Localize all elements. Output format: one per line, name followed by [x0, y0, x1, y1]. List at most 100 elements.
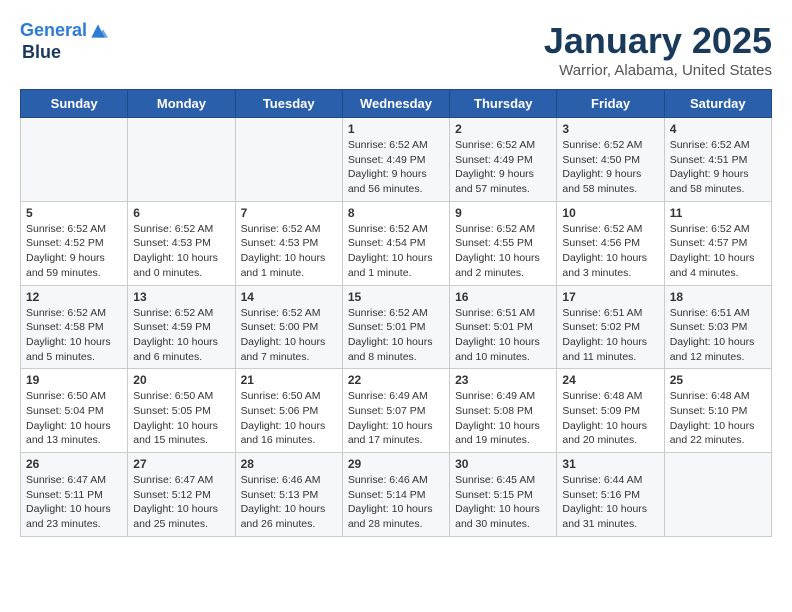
day-number: 5: [26, 206, 122, 220]
day-number: 25: [670, 373, 766, 387]
day-number: 30: [455, 457, 551, 471]
calendar-cell: 13 Sunrise: 6:52 AM Sunset: 4:59 PM Dayli…: [128, 285, 235, 369]
calendar-cell: 18 Sunrise: 6:51 AM Sunset: 5:03 PM Dayli…: [664, 285, 771, 369]
calendar-cell: 19 Sunrise: 6:50 AM Sunset: 5:04 PM Dayli…: [21, 369, 128, 453]
day-number: 22: [348, 373, 444, 387]
calendar-cell: 27 Sunrise: 6:47 AM Sunset: 5:12 PM Dayli…: [128, 453, 235, 537]
calendar-cell: 23 Sunrise: 6:49 AM Sunset: 5:08 PM Dayli…: [450, 369, 557, 453]
day-number: 8: [348, 206, 444, 220]
day-number: 11: [670, 206, 766, 220]
day-info: Sunrise: 6:48 AM Sunset: 5:09 PM Dayligh…: [562, 389, 658, 448]
day-number: 29: [348, 457, 444, 471]
calendar-cell: 22 Sunrise: 6:49 AM Sunset: 5:07 PM Dayli…: [342, 369, 449, 453]
day-number: 31: [562, 457, 658, 471]
day-info: Sunrise: 6:45 AM Sunset: 5:15 PM Dayligh…: [455, 473, 551, 532]
logo-line2: Blue: [22, 42, 109, 63]
weekday-header-thursday: Thursday: [450, 90, 557, 118]
calendar-cell: 1 Sunrise: 6:52 AM Sunset: 4:49 PM Daylig…: [342, 118, 449, 202]
day-number: 16: [455, 290, 551, 304]
calendar-cell: 5 Sunrise: 6:52 AM Sunset: 4:52 PM Daylig…: [21, 201, 128, 285]
weekday-header-friday: Friday: [557, 90, 664, 118]
calendar-cell: 21 Sunrise: 6:50 AM Sunset: 5:06 PM Dayli…: [235, 369, 342, 453]
day-number: 10: [562, 206, 658, 220]
day-info: Sunrise: 6:52 AM Sunset: 4:49 PM Dayligh…: [455, 138, 551, 197]
day-info: Sunrise: 6:50 AM Sunset: 5:05 PM Dayligh…: [133, 389, 229, 448]
logo-text: General: [20, 20, 109, 42]
day-number: 20: [133, 373, 229, 387]
day-info: Sunrise: 6:51 AM Sunset: 5:01 PM Dayligh…: [455, 306, 551, 365]
calendar-cell: 14 Sunrise: 6:52 AM Sunset: 5:00 PM Dayli…: [235, 285, 342, 369]
calendar-week-5: 26 Sunrise: 6:47 AM Sunset: 5:11 PM Dayli…: [21, 453, 772, 537]
day-info: Sunrise: 6:52 AM Sunset: 4:55 PM Dayligh…: [455, 222, 551, 281]
weekday-header-saturday: Saturday: [664, 90, 771, 118]
day-number: 23: [455, 373, 551, 387]
calendar-cell: 16 Sunrise: 6:51 AM Sunset: 5:01 PM Dayli…: [450, 285, 557, 369]
calendar-cell: 10Sunrise: 6:52 AM Sunset: 4:56 PM Dayli…: [557, 201, 664, 285]
calendar-cell: 15Sunrise: 6:52 AM Sunset: 5:01 PM Dayli…: [342, 285, 449, 369]
calendar-cell: 17 Sunrise: 6:51 AM Sunset: 5:02 PM Dayli…: [557, 285, 664, 369]
day-info: Sunrise: 6:49 AM Sunset: 5:07 PM Dayligh…: [348, 389, 444, 448]
calendar-cell: [21, 118, 128, 202]
weekday-header-wednesday: Wednesday: [342, 90, 449, 118]
calendar-table: SundayMondayTuesdayWednesdayThursdayFrid…: [20, 89, 772, 537]
day-number: 26: [26, 457, 122, 471]
day-number: 4: [670, 122, 766, 136]
day-info: Sunrise: 6:52 AM Sunset: 4:52 PM Dayligh…: [26, 222, 122, 281]
calendar-cell: 2 Sunrise: 6:52 AM Sunset: 4:49 PM Daylig…: [450, 118, 557, 202]
calendar-cell: 11 Sunrise: 6:52 AM Sunset: 4:57 PM Dayli…: [664, 201, 771, 285]
day-number: 13: [133, 290, 229, 304]
day-number: 19: [26, 373, 122, 387]
title-block: January 2025 Warrior, Alabama, United St…: [544, 20, 772, 79]
calendar-cell: 29 Sunrise: 6:46 AM Sunset: 5:14 PM Dayli…: [342, 453, 449, 537]
day-number: 27: [133, 457, 229, 471]
day-info: Sunrise: 6:50 AM Sunset: 5:04 PM Dayligh…: [26, 389, 122, 448]
day-info: Sunrise: 6:51 AM Sunset: 5:03 PM Dayligh…: [670, 306, 766, 365]
day-number: 21: [241, 373, 337, 387]
calendar-cell: 3Sunrise: 6:52 AM Sunset: 4:50 PM Daylig…: [557, 118, 664, 202]
day-info: Sunrise: 6:52 AM Sunset: 4:50 PM Dayligh…: [562, 138, 658, 197]
day-number: 28: [241, 457, 337, 471]
calendar-cell: 8 Sunrise: 6:52 AM Sunset: 4:54 PM Daylig…: [342, 201, 449, 285]
calendar-cell: [235, 118, 342, 202]
day-info: Sunrise: 6:52 AM Sunset: 4:49 PM Dayligh…: [348, 138, 444, 197]
day-info: Sunrise: 6:52 AM Sunset: 5:00 PM Dayligh…: [241, 306, 337, 365]
day-info: Sunrise: 6:52 AM Sunset: 4:58 PM Dayligh…: [26, 306, 122, 365]
calendar-cell: 26 Sunrise: 6:47 AM Sunset: 5:11 PM Dayli…: [21, 453, 128, 537]
logo: General Blue: [20, 20, 109, 63]
day-number: 2: [455, 122, 551, 136]
day-number: 17: [562, 290, 658, 304]
day-info: Sunrise: 6:49 AM Sunset: 5:08 PM Dayligh…: [455, 389, 551, 448]
day-info: Sunrise: 6:52 AM Sunset: 4:54 PM Dayligh…: [348, 222, 444, 281]
weekday-header-monday: Monday: [128, 90, 235, 118]
day-number: 1: [348, 122, 444, 136]
day-info: Sunrise: 6:51 AM Sunset: 5:02 PM Dayligh…: [562, 306, 658, 365]
month-title: January 2025: [544, 20, 772, 62]
day-number: 18: [670, 290, 766, 304]
calendar-week-1: 1 Sunrise: 6:52 AM Sunset: 4:49 PM Daylig…: [21, 118, 772, 202]
day-info: Sunrise: 6:47 AM Sunset: 5:11 PM Dayligh…: [26, 473, 122, 532]
page-header: General Blue January 2025 Warrior, Alaba…: [20, 20, 772, 79]
day-info: Sunrise: 6:46 AM Sunset: 5:14 PM Dayligh…: [348, 473, 444, 532]
day-info: Sunrise: 6:52 AM Sunset: 4:57 PM Dayligh…: [670, 222, 766, 281]
day-number: 9: [455, 206, 551, 220]
calendar-cell: 9 Sunrise: 6:52 AM Sunset: 4:55 PM Daylig…: [450, 201, 557, 285]
day-info: Sunrise: 6:50 AM Sunset: 5:06 PM Dayligh…: [241, 389, 337, 448]
calendar-cell: 20 Sunrise: 6:50 AM Sunset: 5:05 PM Dayli…: [128, 369, 235, 453]
day-info: Sunrise: 6:52 AM Sunset: 4:59 PM Dayligh…: [133, 306, 229, 365]
calendar-cell: 7Sunrise: 6:52 AM Sunset: 4:53 PM Daylig…: [235, 201, 342, 285]
calendar-cell: 6Sunrise: 6:52 AM Sunset: 4:53 PM Daylig…: [128, 201, 235, 285]
calendar-cell: 31Sunrise: 6:44 AM Sunset: 5:16 PM Dayli…: [557, 453, 664, 537]
day-info: Sunrise: 6:47 AM Sunset: 5:12 PM Dayligh…: [133, 473, 229, 532]
calendar-cell: [128, 118, 235, 202]
day-number: 15: [348, 290, 444, 304]
calendar-cell: 12 Sunrise: 6:52 AM Sunset: 4:58 PM Dayli…: [21, 285, 128, 369]
calendar-cell: 4Sunrise: 6:52 AM Sunset: 4:51 PM Daylig…: [664, 118, 771, 202]
calendar-cell: 30 Sunrise: 6:45 AM Sunset: 5:15 PM Dayli…: [450, 453, 557, 537]
weekday-header-sunday: Sunday: [21, 90, 128, 118]
day-number: 24: [562, 373, 658, 387]
day-info: Sunrise: 6:48 AM Sunset: 5:10 PM Dayligh…: [670, 389, 766, 448]
weekday-header-tuesday: Tuesday: [235, 90, 342, 118]
day-number: 14: [241, 290, 337, 304]
day-number: 12: [26, 290, 122, 304]
day-info: Sunrise: 6:46 AM Sunset: 5:13 PM Dayligh…: [241, 473, 337, 532]
